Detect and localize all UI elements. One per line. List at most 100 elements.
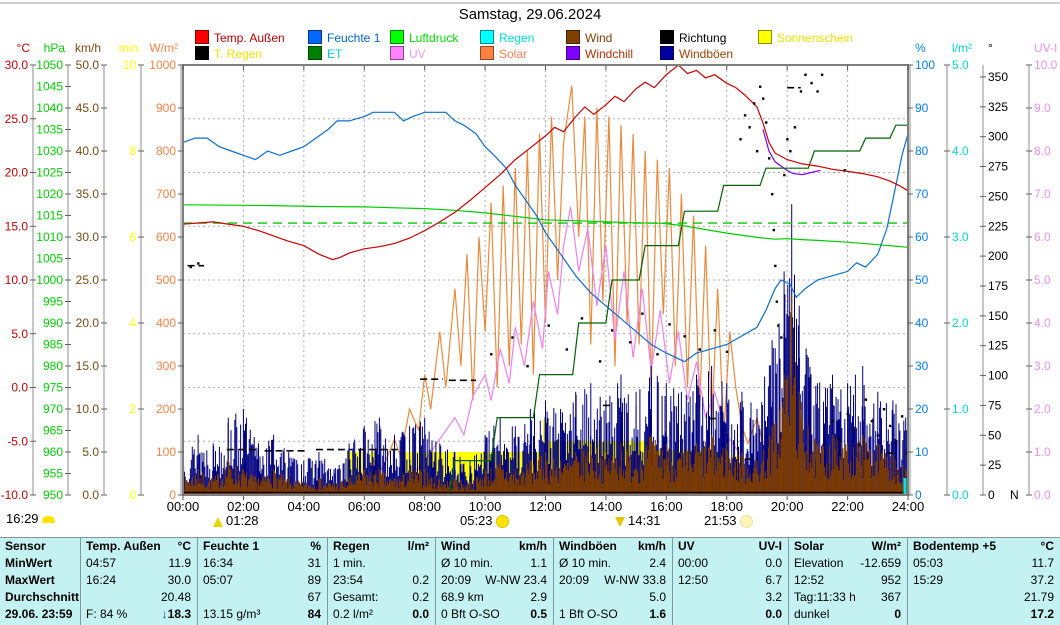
svg-text:980: 980 xyxy=(43,359,63,373)
chart-plot-area[interactable] xyxy=(183,65,908,495)
svg-text:%: % xyxy=(915,41,926,55)
svg-text:22:00: 22:00 xyxy=(831,499,864,514)
table-column-sensor: Sensor MinWert MaxWert Durchschnitt 29.06. 2… xyxy=(0,538,80,625)
svg-text:25.0: 25.0 xyxy=(76,273,100,287)
astro-time-label: 05:23 xyxy=(460,513,493,528)
astro-time-1431: 14:31 xyxy=(612,513,661,528)
svg-text:W/m²: W/m² xyxy=(149,41,178,55)
svg-text:175: 175 xyxy=(988,279,1008,293)
svg-text:4: 4 xyxy=(129,316,136,330)
svg-text:1045: 1045 xyxy=(36,80,63,94)
svg-text:-5.0: -5.0 xyxy=(7,434,28,448)
svg-text:8: 8 xyxy=(129,144,136,158)
table-cell-value: 1.1 xyxy=(530,556,547,570)
svg-text:950: 950 xyxy=(43,488,63,502)
svg-text:35.0: 35.0 xyxy=(76,187,100,201)
table-cell-value: 5.0 xyxy=(649,590,666,604)
column-unit: l/m² xyxy=(407,539,429,553)
svg-text:800: 800 xyxy=(156,144,176,158)
svg-text:0: 0 xyxy=(988,488,995,502)
table-column-feuchte-1: Feuchte 1% 16:34 31 05:07 89 67 13.15 g/m³ 84 xyxy=(197,538,327,625)
svg-text:12:00: 12:00 xyxy=(529,499,562,514)
astro-time-label: 16:29 xyxy=(6,511,39,526)
svg-text:1015: 1015 xyxy=(36,209,63,223)
svg-text:125: 125 xyxy=(988,339,1008,353)
svg-text:1000: 1000 xyxy=(36,273,63,287)
svg-text:1000: 1000 xyxy=(149,58,176,72)
svg-text:20: 20 xyxy=(915,402,929,416)
svg-text:0: 0 xyxy=(915,488,922,502)
svg-text:4.0: 4.0 xyxy=(952,144,969,158)
table-cell: 12:52 xyxy=(794,573,825,587)
table-cell-value: 17.2 xyxy=(1030,607,1054,621)
table-column-solar: Solar W/m² Elevation -12.659 12:52 952 Tag:11:… xyxy=(788,538,907,625)
svg-text:5.0: 5.0 xyxy=(952,58,969,72)
svg-text:350: 350 xyxy=(988,70,1008,84)
svg-text:30: 30 xyxy=(915,359,929,373)
svg-text:225: 225 xyxy=(988,219,1008,233)
svg-text:8.0: 8.0 xyxy=(1034,144,1051,158)
x-axis-labels: 00:00 02:00 04:00 06:00 08:00 10:00 12:00 14:00… xyxy=(167,499,925,514)
column-title: Regen xyxy=(333,539,370,553)
svg-text:10:00: 10:00 xyxy=(469,499,502,514)
table-cell: dunkel xyxy=(794,607,830,621)
table-cell: 00:00 xyxy=(678,556,709,570)
svg-text:04:00: 04:00 xyxy=(288,499,321,514)
row-header: Sensor xyxy=(5,539,46,553)
table-cell: 68.9 km xyxy=(441,590,484,604)
sensor-stats-table: Sensor MinWert MaxWert Durchschnitt 29.06. 2… xyxy=(0,537,1060,625)
table-cell: 0 Bft O-SO xyxy=(441,607,500,621)
svg-text:30.0: 30.0 xyxy=(5,58,29,72)
axis-pct: 0 10 20 30 40 50 60 70 80 90 100% xyxy=(907,41,935,502)
table-cell: 16:34 xyxy=(203,556,234,570)
table-cell: 23:54 xyxy=(333,573,364,587)
column-title: Feuchte 1 xyxy=(203,539,260,553)
svg-text:985: 985 xyxy=(43,338,63,352)
table-column-uv: UV UV-I 00:00 0.0 12:50 6.7 3.2 0.0 xyxy=(672,538,788,625)
svg-text:1035: 1035 xyxy=(36,123,63,137)
table-cell-value: 6.7 xyxy=(765,573,782,587)
svg-text:200: 200 xyxy=(988,249,1008,263)
svg-text:150: 150 xyxy=(988,309,1008,323)
svg-text:1.0: 1.0 xyxy=(1034,445,1051,459)
svg-text:960: 960 xyxy=(43,445,63,459)
svg-text:70: 70 xyxy=(915,187,929,201)
table-cell-value: 89 xyxy=(307,573,321,587)
table-cell: 16:24 xyxy=(86,573,117,587)
svg-text:0.0: 0.0 xyxy=(11,381,28,395)
axis-hpa: 950 955 960 965 970 975 980 985 990 995 1000 1005 10… xyxy=(36,41,71,502)
svg-text:hPa: hPa xyxy=(44,41,66,55)
table-cell-value: 952 xyxy=(880,573,901,587)
svg-text:1.0: 1.0 xyxy=(952,402,969,416)
table-cell-value: 367 xyxy=(880,590,901,604)
svg-text:30.0: 30.0 xyxy=(76,230,100,244)
table-cell-value: W-NW 23.4 xyxy=(485,573,547,587)
svg-text:min: min xyxy=(119,41,138,55)
svg-text:10: 10 xyxy=(915,445,929,459)
moon-up-arrow-icon xyxy=(213,516,223,527)
svg-text:3.0: 3.0 xyxy=(952,230,969,244)
table-cell-value: 21.79 xyxy=(1023,590,1054,604)
svg-text:50.0: 50.0 xyxy=(76,58,100,72)
moon-down-arrow-icon xyxy=(615,516,625,527)
svg-text:0.0: 0.0 xyxy=(952,488,969,502)
weather-chart: 00:00 02:00 04:00 06:00 08:00 10:00 12:00 14:00… xyxy=(1,41,1058,514)
svg-text:1020: 1020 xyxy=(36,187,63,201)
svg-text:15.0: 15.0 xyxy=(76,359,100,373)
table-cell-value: 30.0 xyxy=(167,573,191,587)
svg-text:900: 900 xyxy=(156,101,176,115)
svg-text:300: 300 xyxy=(156,359,176,373)
svg-text:975: 975 xyxy=(43,381,63,395)
column-title: Solar xyxy=(794,539,825,553)
svg-text:5.0: 5.0 xyxy=(11,327,28,341)
svg-text:4.0: 4.0 xyxy=(1034,316,1051,330)
astro-time-0523: 05:23 xyxy=(460,513,512,529)
table-column-wind: Wind km/h Ø 10 min. 1.1 20:09 W-NW 23.4 68.9 k… xyxy=(435,538,553,625)
table-cell: Gesamt: xyxy=(333,590,379,604)
svg-text:50: 50 xyxy=(988,428,1002,442)
svg-text:10.0: 10.0 xyxy=(76,402,100,416)
svg-text:25.0: 25.0 xyxy=(5,112,29,126)
svg-text:100: 100 xyxy=(156,445,176,459)
table-cell-value: 0.5 xyxy=(530,607,547,621)
svg-text:0: 0 xyxy=(129,488,136,502)
